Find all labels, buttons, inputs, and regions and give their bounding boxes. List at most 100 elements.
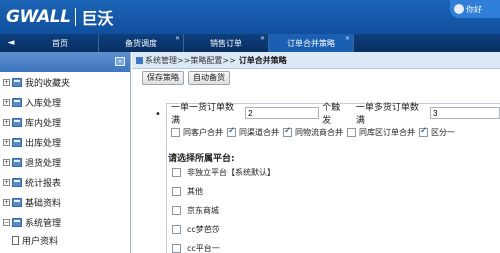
tab-label: 首页 [52, 38, 68, 48]
sidebar-item-returns[interactable]: + 退货处理 [0, 152, 130, 172]
folder-icon [12, 137, 22, 147]
close-icon[interactable]: ✕ [175, 35, 180, 42]
folder-icon [12, 77, 22, 87]
logo-cn-text: 巨沃 [81, 9, 114, 28]
checkbox[interactable] [419, 126, 428, 137]
sidebar-item-system-admin[interactable]: − 系统管理 [0, 212, 130, 232]
folder-icon [12, 197, 22, 207]
platform-option[interactable]: cc梦芭莎 [172, 220, 275, 239]
sidebar-item-outbound[interactable]: + 出库处理 [0, 132, 130, 152]
trigger-rule-row: 一单一货订单数满 个触发 一单多货订单数满 [171, 103, 500, 126]
tab-label: 销售订单 [210, 38, 242, 48]
merge-same-customer-option[interactable]: 同客户合并 [171, 127, 223, 138]
sidebar-item-label: 入库处理 [25, 98, 62, 109]
trigger-label: 个触发 [322, 103, 341, 126]
expand-icon[interactable]: + [3, 98, 10, 106]
platform-label: cc平台一 [187, 244, 220, 253]
checkbox[interactable] [283, 126, 292, 137]
checkbox[interactable] [227, 126, 236, 137]
sidebar-item-label: 库内处理 [25, 118, 62, 129]
collapse-icon[interactable]: − [3, 218, 10, 226]
user-greeting: 你好 [466, 4, 482, 14]
platform-label: 非独立平台【系统默认】 [187, 168, 275, 177]
single-sku-count-input[interactable] [245, 107, 320, 119]
sidebar-item-label: 出库处理 [25, 138, 62, 149]
tab-stock-dispatch[interactable]: 备货调度 ✕ [99, 34, 184, 52]
expand-icon[interactable]: + [3, 198, 10, 206]
checkbox[interactable] [172, 244, 181, 253]
back-arrow-icon[interactable]: ◄ [0, 34, 22, 52]
sidebar-item-master-data[interactable]: + 基础资料 [0, 192, 130, 212]
app-header: GWALL 巨沃 你好 [0, 0, 500, 34]
platform-option[interactable]: 非独立平台【系统默认】 [172, 163, 275, 182]
folder-icon [12, 157, 22, 167]
tab-label: 订单合并策略 [287, 38, 335, 48]
merge-options-row: 同客户合并 同渠道合并 同物流商合并 同库区订单合并 区分一 [171, 125, 455, 139]
user-icon [454, 4, 464, 14]
tab-order-merge-strategy[interactable]: 订单合并策略 ✕ [269, 34, 354, 52]
merge-same-channel-option[interactable]: 同渠道合并 [227, 126, 279, 138]
tab-label: 备货调度 [125, 38, 157, 48]
sidebar-item-label: 基础资料 [25, 198, 62, 209]
platform-list: 非独立平台【系统默认】 其他 京东商城 cc梦芭莎 cc平台一 [172, 163, 275, 253]
sidebar-subitem-label: 用户资料 [22, 236, 59, 247]
folder-icon [12, 177, 22, 187]
platform-option[interactable]: 其他 [172, 182, 275, 201]
strategy-form: • 一单一货订单数满 个触发 一单多货订单数满 同客户合并 同渠道合并 [132, 89, 500, 253]
distinguish-option[interactable]: 区分一 [419, 126, 455, 138]
sidebar-item-label: 系统管理 [25, 218, 62, 229]
expand-icon[interactable]: + [3, 158, 10, 166]
expand-icon[interactable]: + [3, 78, 10, 86]
main-panel: 系统管理>>策略配置>> 订单合并策略 保存策略 自动备货 • 一单一货订单数满… [132, 52, 500, 253]
document-icon [12, 235, 19, 245]
platform-option[interactable]: 京东商城 [172, 201, 275, 220]
save-strategy-button[interactable]: 保存策略 [142, 71, 184, 85]
breadcrumb-current: 订单合并策略 [238, 55, 287, 65]
option-label: 同渠道合并 [239, 127, 279, 137]
tab-sales-order[interactable]: 销售订单 ✕ [184, 34, 269, 52]
merge-same-carrier-option[interactable]: 同物流商合并 [283, 126, 343, 138]
expand-icon[interactable]: + [3, 138, 10, 146]
logo: GWALL 巨沃 [6, 5, 113, 29]
user-menu[interactable]: 你好 [450, 0, 500, 18]
sidebar-header: « [0, 52, 130, 72]
breadcrumb-icon [136, 56, 143, 64]
close-icon[interactable]: ✕ [260, 35, 265, 42]
tab-home[interactable]: 首页 [22, 34, 99, 52]
platform-label: 其他 [187, 187, 203, 196]
close-icon[interactable]: ✕ [345, 35, 350, 42]
checkbox[interactable] [172, 187, 181, 196]
option-label: 同客户合并 [183, 127, 223, 137]
sidebar-item-label: 统计报表 [25, 178, 62, 189]
sidebar-item-inbound[interactable]: + 入库处理 [0, 92, 130, 112]
sidebar-item-favorites[interactable]: + 我的收藏夹 [0, 72, 130, 92]
platform-option[interactable]: cc平台一 [172, 239, 275, 253]
folder-icon [12, 217, 22, 227]
expand-icon[interactable]: + [3, 178, 10, 186]
breadcrumb: 系统管理>>策略配置>> 订单合并策略 [132, 52, 500, 69]
merge-same-zone-option[interactable]: 同库区订单合并 [347, 127, 415, 138]
platform-label: cc梦芭莎 [187, 225, 220, 234]
toolbar: 保存策略 自动备货 [132, 69, 500, 87]
checkbox[interactable] [347, 127, 356, 137]
logo-text: GWALL [6, 7, 71, 27]
tab-bar: ◄ 首页 备货调度 ✕ 销售订单 ✕ 订单合并策略 ✕ [0, 34, 500, 52]
sidebar-item-reports[interactable]: + 统计报表 [0, 172, 130, 192]
checkbox[interactable] [172, 168, 181, 177]
option-label: 同库区订单合并 [359, 127, 415, 137]
auto-stock-button[interactable]: 自动备货 [188, 71, 230, 85]
collapse-sidebar-button[interactable]: « [115, 57, 125, 66]
sidebar-subitem-user-profile[interactable]: 用户资料 [0, 232, 130, 248]
sidebar-item-label: 退货处理 [25, 158, 62, 169]
expand-icon[interactable]: + [3, 118, 10, 126]
folder-icon [12, 117, 22, 127]
sidebar-item-in-warehouse[interactable]: + 库内处理 [0, 112, 130, 132]
bullet-dot: • [155, 109, 161, 120]
checkbox[interactable] [172, 206, 181, 215]
checkbox[interactable] [172, 225, 181, 234]
checkbox[interactable] [171, 127, 180, 137]
folder-icon [12, 97, 22, 107]
sidebar-item-label: 我的收藏夹 [25, 78, 71, 89]
logo-divider [75, 8, 77, 26]
multi-sku-count-input[interactable] [430, 107, 500, 119]
